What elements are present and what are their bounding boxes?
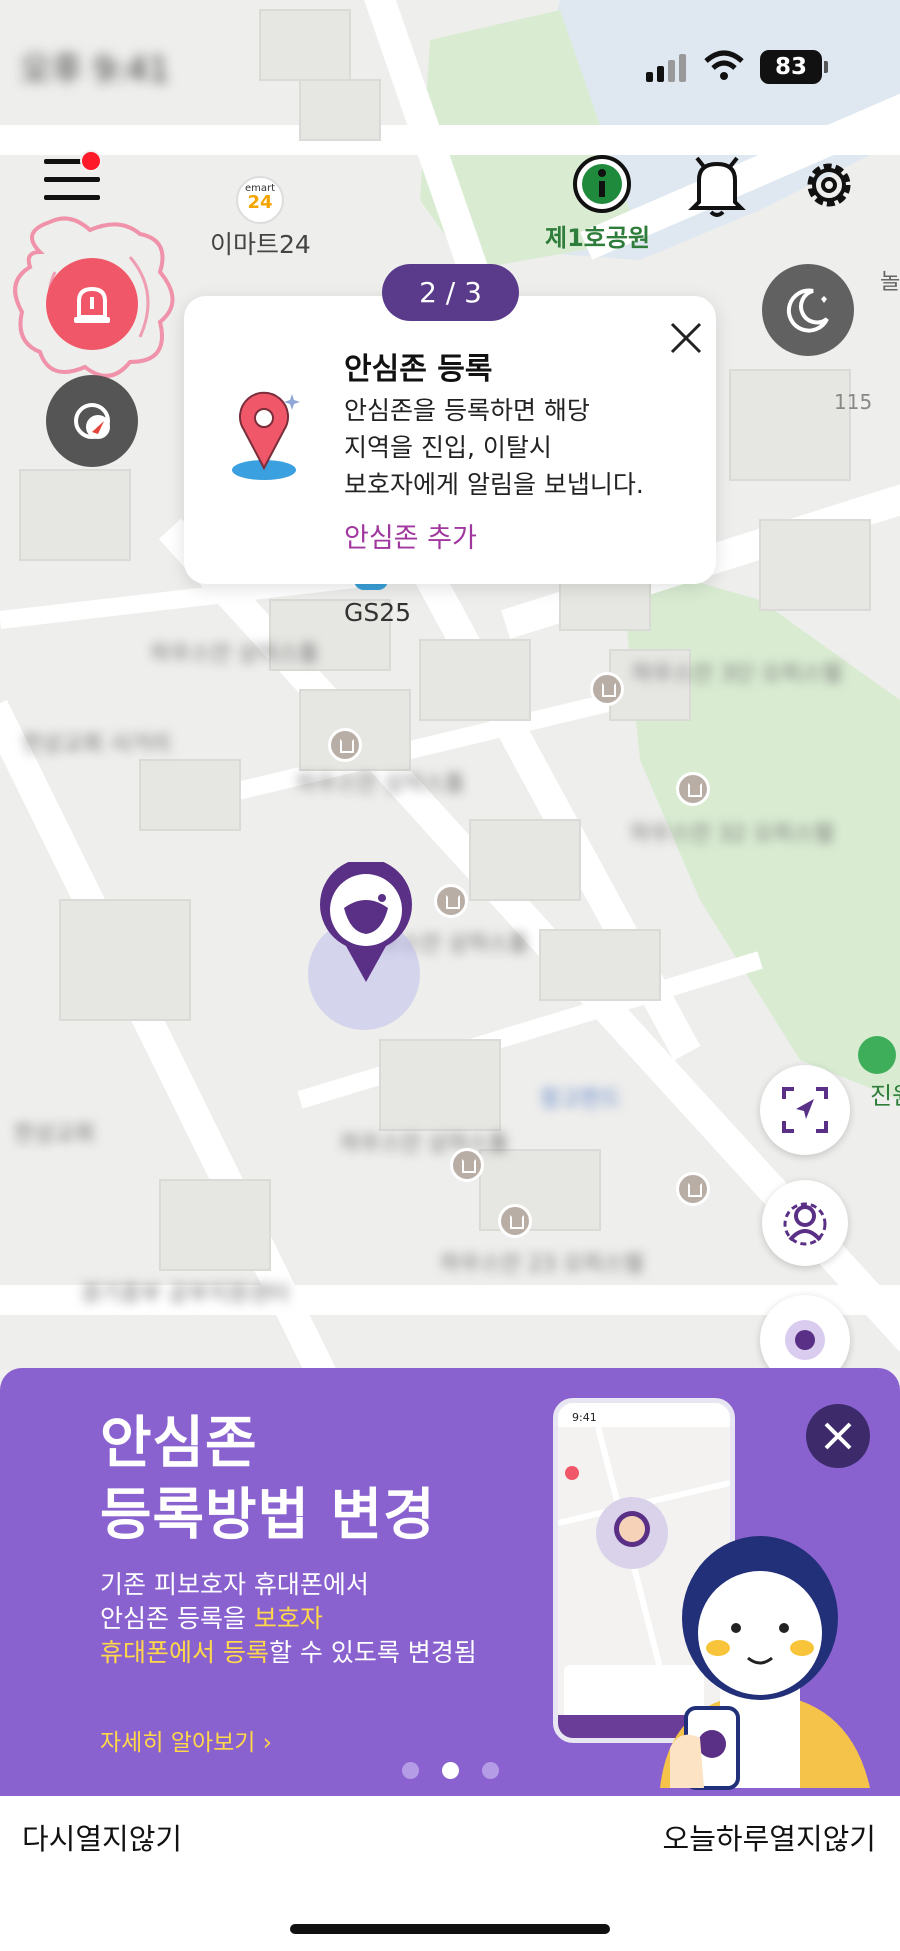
banner-close-button[interactable] [806, 1404, 870, 1468]
blurred-label: 경기중부 공부지원센터 [80, 1282, 290, 1307]
tree-icon [858, 1036, 896, 1074]
info-icon [573, 155, 631, 213]
blurred-label: 하우스안 32 오피스텔 [630, 822, 834, 847]
location-share-button[interactable] [46, 375, 138, 467]
park-label: 제1호공원 [545, 224, 651, 252]
guide-tooltip: 안심존 등록 안심존을 등록하면 해당 지역을 진입, 이탈시 보호자에게 알림… [184, 296, 716, 584]
house-pin-icon[interactable] [676, 1172, 710, 1206]
banner-desc-text: 할 수 있도록 변경됨 [268, 1638, 477, 1667]
map-pin-icon [232, 391, 300, 480]
status-time: 오후 9:41 [20, 50, 170, 90]
house-pin-icon[interactable] [434, 884, 468, 918]
house-pin-icon[interactable] [498, 1204, 532, 1238]
notifications-button[interactable] [684, 150, 750, 220]
dont-show-today-button[interactable]: 오늘하루열지않기 [663, 1816, 876, 1858]
notification-dot [80, 150, 102, 172]
target-icon [785, 1320, 825, 1360]
close-icon[interactable] [662, 314, 710, 362]
poi-edge-label-2: 진원2 [870, 1082, 900, 1110]
house-pin-icon[interactable] [450, 1148, 484, 1182]
bell-icon [688, 156, 746, 217]
blurred-label: 하우스안 상하스톨 [340, 1132, 509, 1157]
blurred-label: 하우스안 3단 오피스텔 [632, 662, 843, 687]
banner-desc-line: 휴대폰에서 등록할 수 있도록 변경됨 [100, 1636, 477, 1670]
recenter-icon [782, 1087, 828, 1133]
step-indicator: 2 / 3 [382, 264, 519, 321]
blurred-label: 하우스안 상하스톨 [296, 772, 465, 797]
character-illustration [660, 1536, 870, 1790]
building-number: 115 [834, 390, 873, 414]
poi-emart24[interactable]: 이마트24 [210, 225, 311, 261]
banner-description: 기존 피보호자 휴대폰에서 안심존 등록을 보호자 휴대폰에서 등록할 수 있도… [100, 1568, 477, 1670]
siren-icon [74, 286, 110, 323]
banner-desc-text: 안심존 등록을 [100, 1604, 254, 1633]
close-icon [824, 1422, 852, 1450]
carousel-dot[interactable] [482, 1762, 499, 1779]
night-mode-button[interactable] [762, 264, 854, 356]
house-pin-icon[interactable] [590, 672, 624, 706]
info-button[interactable] [568, 153, 636, 215]
map-view[interactable]: 오후 9:41 83 제1호공원 emart 24 이마트24 GS25 115… [0, 0, 900, 1370]
emart24-icon: emart 24 [236, 176, 284, 224]
battery-indicator: 83 [760, 50, 828, 84]
blurred-label: 하우스안 상하스톨 [150, 642, 319, 667]
blurred-label: 한상교회 사거리 [22, 732, 171, 757]
moon-icon [786, 288, 829, 333]
blurred-label: 한상교회 [14, 1122, 95, 1147]
home-indicator[interactable] [290, 1924, 610, 1934]
poi-edge-label: 놀 [880, 270, 900, 295]
banner-desc-line: 안심존 등록을 보호자 [100, 1602, 477, 1636]
recenter-button[interactable] [760, 1065, 850, 1155]
banner-desc-highlight: 휴대폰에서 등록 [100, 1638, 269, 1667]
carousel-dot-active[interactable] [442, 1762, 459, 1779]
promo-banner[interactable]: 안심존 등록방법 변경 기존 피보호자 휴대폰에서 안심존 등록을 보호자 휴대… [0, 1368, 900, 1796]
settings-button[interactable] [796, 152, 862, 218]
blurred-label: 하우스안 23 오피스텔 [440, 1252, 644, 1277]
poi-gs25[interactable]: GS25 [344, 598, 411, 627]
carousel-dot[interactable] [402, 1762, 419, 1779]
add-safezone-link[interactable]: 안심존 추가 [344, 516, 477, 555]
sos-button[interactable] [46, 258, 138, 350]
wifi-icon [704, 50, 744, 80]
dont-show-again-button[interactable]: 다시열지않기 [22, 1816, 182, 1858]
banner-heading: 안심존 등록방법 변경 [100, 1411, 436, 1548]
signal-icon [646, 54, 686, 82]
popup-footer: 다시열지않기 오늘하루열지않기 [0, 1796, 900, 1951]
gear-icon [807, 163, 851, 207]
banner-desc-line: 기존 피보호자 휴대폰에서 [100, 1570, 369, 1599]
banner-desc-highlight: 보호자 [253, 1604, 323, 1633]
learn-more-link[interactable]: 자세히 알아보기 › [100, 1723, 272, 1757]
tooltip-title: 안심존 등록 [344, 352, 493, 387]
location-arrow-icon [74, 403, 110, 439]
status-bar: 오후 9:41 83 [0, 0, 900, 120]
tooltip-body: 안심존을 등록하면 해당 지역을 진입, 이탈시 보호자에게 알림을 보냅니다. [344, 396, 644, 499]
house-pin-icon[interactable] [328, 728, 362, 762]
user-location-marker[interactable] [316, 862, 416, 986]
blurred-label: 창고한드 [540, 1087, 621, 1112]
person-icon [783, 1202, 827, 1246]
guardian-button[interactable] [762, 1180, 848, 1266]
house-pin-icon[interactable] [676, 772, 710, 806]
